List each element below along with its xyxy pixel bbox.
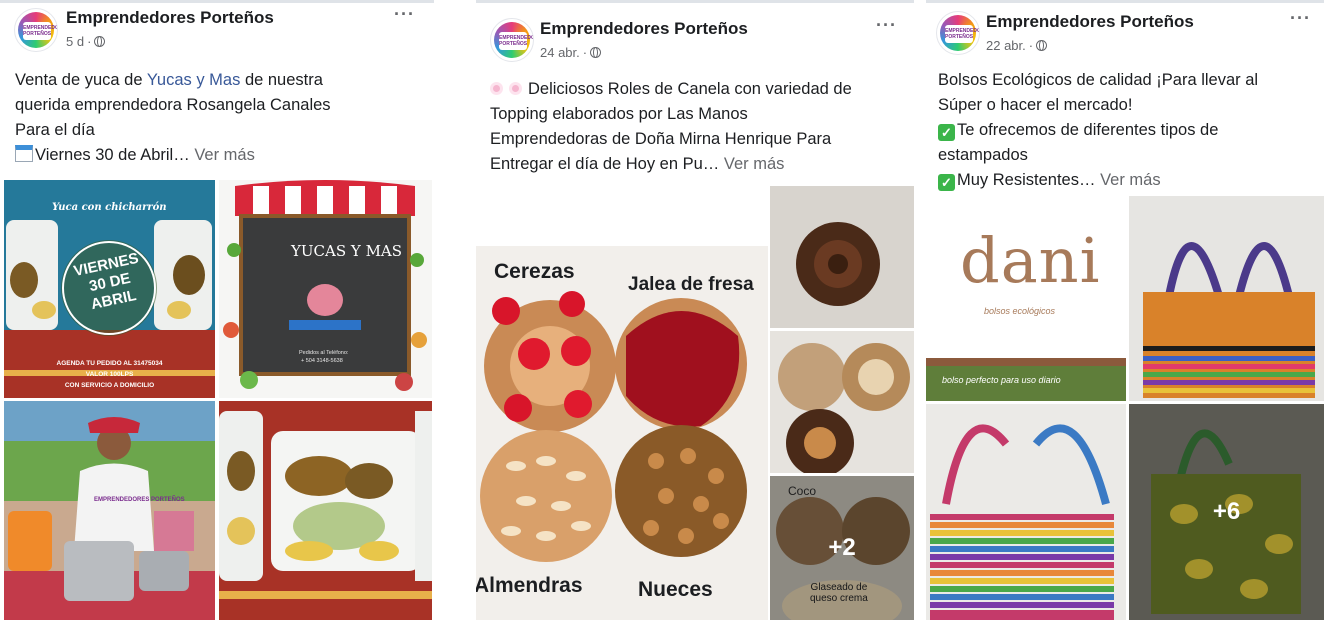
post-image[interactable]: dani bolsos ecológicos bolso perfecto pa…	[926, 196, 1126, 401]
flower-emoji-icon	[509, 82, 522, 95]
vendor-photo	[4, 401, 215, 620]
flower-emoji-icon	[490, 82, 503, 95]
brand-subtitle: bolsos ecológicos	[984, 306, 1056, 316]
post-image[interactable]: EMPRENDEDORES PORTEÑOS	[4, 401, 215, 620]
rainbow-bag-photo	[926, 404, 1126, 620]
striped-bag-photo	[1129, 196, 1324, 401]
topping-label: Cerezas	[494, 260, 575, 283]
post-card: EMPRENDEDORES PORTEÑOS Emprendedores Por…	[476, 0, 914, 620]
post-text-line: Viernes 30 de Abril…	[35, 146, 190, 164]
post-time[interactable]: 22 abr.	[986, 38, 1026, 53]
banner-footer-line: VALOR 100LPS	[85, 371, 134, 378]
banner-title: Yuca con chicharrón	[52, 202, 167, 213]
brand-tagline: bolso perfecto para uso diario	[942, 375, 1061, 385]
divider	[476, 0, 914, 3]
post-image[interactable]: Yuca con chicharrón VIERNES 30 DE ABRIL …	[4, 180, 215, 398]
post-text-line: Venta de yuca de	[15, 71, 147, 89]
post-text-line: Para el día	[15, 121, 95, 139]
globe-icon	[1036, 40, 1048, 51]
post-time[interactable]: 5 d	[66, 34, 84, 49]
post-meta: 24 abr. ·	[540, 45, 602, 60]
post-text-line: querida emprendedora Rosangela Canales	[15, 96, 331, 114]
chocolate-roll-photo	[770, 186, 914, 328]
banner-footer: AGENDA TU PEDIDO AL 31475034 VALOR 100LP…	[4, 358, 215, 391]
post-text-line: Bolsos Ecológicos de calidad ¡Para lleva…	[938, 71, 1259, 89]
post-meta: 22 abr. ·	[986, 38, 1048, 53]
divider	[926, 0, 1324, 3]
avatar-logo-text: EMPRENDEDORES PORTEÑOS	[23, 22, 57, 40]
post-text-line: Deliciosos Roles de Canela con variedad …	[528, 80, 852, 98]
page-avatar[interactable]: EMPRENDEDORES PORTEÑOS	[14, 8, 58, 52]
banner-footer-line: AGENDA TU PEDIDO AL 31475034	[56, 360, 163, 367]
page-avatar[interactable]: EMPRENDEDORES PORTEÑOS	[490, 18, 534, 62]
avatar-logo-text: EMPRENDEDORES PORTEÑOS	[945, 25, 979, 43]
post-image[interactable]: +6	[1129, 404, 1324, 620]
post-card: EMPRENDEDORES PORTEÑOS Emprendedores Por…	[926, 0, 1324, 620]
banner-footer-line: CON SERVICIO A DOMICILIO	[64, 382, 155, 389]
check-mark-icon: ✓	[938, 124, 955, 141]
topping-label: Nueces	[638, 578, 713, 601]
more-photos-count[interactable]: +6	[1129, 404, 1324, 620]
post-text: Bolsos Ecológicos de calidad ¡Para lleva…	[938, 68, 1324, 193]
brand-name: dani	[960, 224, 1101, 297]
page-name[interactable]: Emprendedores Porteños	[986, 12, 1194, 32]
post-text-line: Te ofrecemos de diferentes tipos de	[957, 121, 1219, 139]
post-text: Venta de yuca de Yucas y Mas de nuestra …	[15, 68, 425, 168]
see-more-link[interactable]: Ver más	[724, 155, 785, 173]
post-text-line: de nuestra	[240, 71, 323, 89]
topping-label: Almendras	[476, 574, 583, 597]
post-image[interactable]	[770, 186, 914, 328]
more-options-icon[interactable]: ···	[876, 15, 897, 36]
post-card: EMPRENDEDORES PORTEÑOS Emprendedores Por…	[0, 0, 434, 620]
topping-label: Jalea de fresa	[628, 274, 754, 295]
store-logo-image	[219, 180, 432, 398]
page-name[interactable]: Emprendedores Porteños	[540, 19, 748, 39]
more-photos-count[interactable]: +2	[770, 476, 914, 620]
post-text-line: Súper o hacer el mercado!	[938, 96, 1133, 114]
post-text-line: Emprendedoras de Doña Mirna Henrique Par…	[490, 130, 832, 148]
post-image[interactable]: Coco Glaseado de queso crema +2	[770, 476, 914, 620]
store-subtitle: Pedidos al Teléfono:	[299, 350, 349, 356]
divider	[0, 0, 434, 3]
avatar-logo-text: EMPRENDEDORES PORTEÑOS	[499, 32, 533, 50]
food-photo	[219, 401, 432, 620]
mention-link[interactable]: Yucas y Mas	[147, 71, 241, 89]
post-text-line: Topping elaborados por Las Manos	[490, 105, 748, 123]
more-options-icon[interactable]: ···	[1290, 8, 1311, 29]
post-meta: 5 d ·	[66, 34, 106, 49]
post-time[interactable]: 24 abr.	[540, 45, 580, 60]
assorted-rolls-photo	[770, 331, 914, 473]
check-mark-icon: ✓	[938, 174, 955, 191]
post-text-line: Muy Resistentes…	[957, 171, 1096, 189]
store-phone: + 504 3148-5638	[301, 358, 343, 364]
page-avatar[interactable]: EMPRENDEDORES PORTEÑOS	[936, 11, 980, 55]
globe-icon	[94, 36, 106, 47]
post-image[interactable]	[219, 401, 432, 620]
post-text-line: Entregar el día de Hoy en Pu…	[490, 155, 720, 173]
calendar-icon	[15, 145, 33, 162]
post-image[interactable]	[1129, 196, 1324, 401]
globe-icon	[590, 47, 602, 58]
store-name: YUCAS Y MAS	[291, 242, 403, 260]
post-text: Deliciosos Roles de Canela con variedad …	[490, 77, 910, 177]
post-image[interactable]: YUCAS Y MAS Pedidos al Teléfono: + 504 3…	[219, 180, 432, 398]
page-name[interactable]: Emprendedores Porteños	[66, 8, 274, 28]
see-more-link[interactable]: Ver más	[1100, 171, 1161, 189]
more-options-icon[interactable]: ···	[394, 4, 415, 25]
post-image[interactable]: Cerezas Jalea de fresa Almendras Nueces	[476, 186, 768, 620]
shirt-logo: EMPRENDEDORES PORTEÑOS	[94, 497, 185, 503]
post-image[interactable]	[770, 331, 914, 473]
cinnamon-rolls-photo	[476, 186, 768, 620]
see-more-link[interactable]: Ver más	[194, 146, 255, 164]
post-image[interactable]	[926, 404, 1126, 620]
post-text-line: estampados	[938, 146, 1028, 164]
